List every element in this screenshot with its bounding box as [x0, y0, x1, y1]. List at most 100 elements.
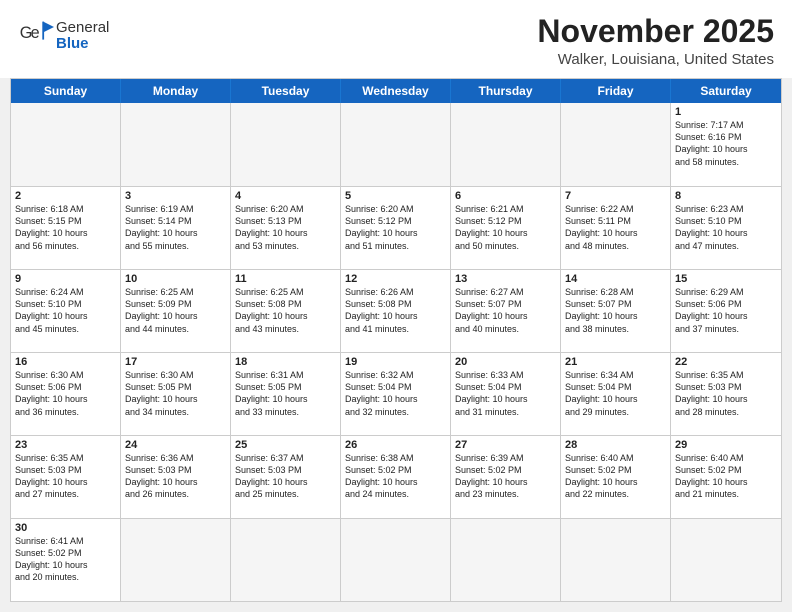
- empty-cell: [341, 103, 451, 186]
- day-number: 8: [675, 190, 777, 202]
- day-cell: 12Sunrise: 6:26 AM Sunset: 5:08 PM Dayli…: [341, 270, 451, 352]
- calendar-week: 30Sunrise: 6:41 AM Sunset: 5:02 PM Dayli…: [11, 518, 781, 601]
- calendar-body: 1Sunrise: 7:17 AM Sunset: 6:16 PM Daylig…: [11, 103, 781, 601]
- day-info: Sunrise: 6:35 AM Sunset: 5:03 PM Dayligh…: [675, 369, 777, 418]
- day-info: Sunrise: 6:39 AM Sunset: 5:02 PM Dayligh…: [455, 452, 556, 501]
- day-number: 20: [455, 356, 556, 368]
- logo: G e General Blue: [18, 18, 109, 54]
- day-cell: 2Sunrise: 6:18 AM Sunset: 5:15 PM Daylig…: [11, 187, 121, 269]
- month-title: November 2025: [109, 14, 774, 49]
- header-monday: Monday: [121, 79, 231, 103]
- day-info: Sunrise: 6:30 AM Sunset: 5:06 PM Dayligh…: [15, 369, 116, 418]
- day-number: 9: [15, 273, 116, 285]
- day-number: 3: [125, 190, 226, 202]
- day-number: 7: [565, 190, 666, 202]
- empty-cell: [341, 519, 451, 601]
- day-number: 5: [345, 190, 446, 202]
- empty-cell: [671, 519, 781, 601]
- day-number: 2: [15, 190, 116, 202]
- day-number: 29: [675, 439, 777, 451]
- day-cell: 20Sunrise: 6:33 AM Sunset: 5:04 PM Dayli…: [451, 353, 561, 435]
- generalblue-logo-icon: G e: [18, 18, 54, 54]
- day-cell: 5Sunrise: 6:20 AM Sunset: 5:12 PM Daylig…: [341, 187, 451, 269]
- empty-cell: [451, 103, 561, 186]
- empty-cell: [561, 103, 671, 186]
- header-thursday: Thursday: [451, 79, 561, 103]
- day-number: 24: [125, 439, 226, 451]
- day-info: Sunrise: 6:40 AM Sunset: 5:02 PM Dayligh…: [675, 452, 777, 501]
- empty-cell: [11, 103, 121, 186]
- day-info: Sunrise: 6:18 AM Sunset: 5:15 PM Dayligh…: [15, 203, 116, 252]
- day-number: 17: [125, 356, 226, 368]
- day-info: Sunrise: 6:25 AM Sunset: 5:09 PM Dayligh…: [125, 286, 226, 335]
- day-info: Sunrise: 6:41 AM Sunset: 5:02 PM Dayligh…: [15, 535, 116, 584]
- day-cell: 30Sunrise: 6:41 AM Sunset: 5:02 PM Dayli…: [11, 519, 121, 601]
- day-number: 6: [455, 190, 556, 202]
- day-info: Sunrise: 6:28 AM Sunset: 5:07 PM Dayligh…: [565, 286, 666, 335]
- day-number: 27: [455, 439, 556, 451]
- calendar-week: 16Sunrise: 6:30 AM Sunset: 5:06 PM Dayli…: [11, 352, 781, 435]
- empty-cell: [121, 519, 231, 601]
- day-info: Sunrise: 6:25 AM Sunset: 5:08 PM Dayligh…: [235, 286, 336, 335]
- day-info: Sunrise: 6:31 AM Sunset: 5:05 PM Dayligh…: [235, 369, 336, 418]
- day-info: Sunrise: 6:36 AM Sunset: 5:03 PM Dayligh…: [125, 452, 226, 501]
- empty-cell: [231, 519, 341, 601]
- day-cell: 24Sunrise: 6:36 AM Sunset: 5:03 PM Dayli…: [121, 436, 231, 518]
- day-number: 15: [675, 273, 777, 285]
- day-cell: 29Sunrise: 6:40 AM Sunset: 5:02 PM Dayli…: [671, 436, 781, 518]
- day-cell: 3Sunrise: 6:19 AM Sunset: 5:14 PM Daylig…: [121, 187, 231, 269]
- day-number: 11: [235, 273, 336, 285]
- day-number: 23: [15, 439, 116, 451]
- day-cell: 10Sunrise: 6:25 AM Sunset: 5:09 PM Dayli…: [121, 270, 231, 352]
- day-cell: 15Sunrise: 6:29 AM Sunset: 5:06 PM Dayli…: [671, 270, 781, 352]
- day-info: Sunrise: 6:24 AM Sunset: 5:10 PM Dayligh…: [15, 286, 116, 335]
- day-info: Sunrise: 6:20 AM Sunset: 5:12 PM Dayligh…: [345, 203, 446, 252]
- empty-cell: [451, 519, 561, 601]
- day-number: 22: [675, 356, 777, 368]
- day-number: 12: [345, 273, 446, 285]
- day-info: Sunrise: 6:30 AM Sunset: 5:05 PM Dayligh…: [125, 369, 226, 418]
- day-cell: 23Sunrise: 6:35 AM Sunset: 5:03 PM Dayli…: [11, 436, 121, 518]
- day-cell: 9Sunrise: 6:24 AM Sunset: 5:10 PM Daylig…: [11, 270, 121, 352]
- day-info: Sunrise: 6:27 AM Sunset: 5:07 PM Dayligh…: [455, 286, 556, 335]
- day-info: Sunrise: 6:22 AM Sunset: 5:11 PM Dayligh…: [565, 203, 666, 252]
- day-cell: 13Sunrise: 6:27 AM Sunset: 5:07 PM Dayli…: [451, 270, 561, 352]
- day-info: Sunrise: 6:23 AM Sunset: 5:10 PM Dayligh…: [675, 203, 777, 252]
- day-number: 18: [235, 356, 336, 368]
- day-cell: 11Sunrise: 6:25 AM Sunset: 5:08 PM Dayli…: [231, 270, 341, 352]
- header: G e General Blue November 2025 Walker, L…: [0, 0, 792, 78]
- day-cell: 1Sunrise: 7:17 AM Sunset: 6:16 PM Daylig…: [671, 103, 781, 186]
- day-cell: 18Sunrise: 6:31 AM Sunset: 5:05 PM Dayli…: [231, 353, 341, 435]
- title-section: November 2025 Walker, Louisiana, United …: [109, 14, 774, 68]
- calendar-week: 23Sunrise: 6:35 AM Sunset: 5:03 PM Dayli…: [11, 435, 781, 518]
- day-number: 19: [345, 356, 446, 368]
- day-info: Sunrise: 6:32 AM Sunset: 5:04 PM Dayligh…: [345, 369, 446, 418]
- logo-general: General: [56, 20, 109, 37]
- day-cell: 14Sunrise: 6:28 AM Sunset: 5:07 PM Dayli…: [561, 270, 671, 352]
- day-cell: 19Sunrise: 6:32 AM Sunset: 5:04 PM Dayli…: [341, 353, 451, 435]
- day-info: Sunrise: 6:19 AM Sunset: 5:14 PM Dayligh…: [125, 203, 226, 252]
- day-cell: 4Sunrise: 6:20 AM Sunset: 5:13 PM Daylig…: [231, 187, 341, 269]
- day-info: Sunrise: 6:37 AM Sunset: 5:03 PM Dayligh…: [235, 452, 336, 501]
- day-cell: 22Sunrise: 6:35 AM Sunset: 5:03 PM Dayli…: [671, 353, 781, 435]
- empty-cell: [121, 103, 231, 186]
- header-wednesday: Wednesday: [341, 79, 451, 103]
- day-info: Sunrise: 6:20 AM Sunset: 5:13 PM Dayligh…: [235, 203, 336, 252]
- day-cell: 17Sunrise: 6:30 AM Sunset: 5:05 PM Dayli…: [121, 353, 231, 435]
- empty-cell: [561, 519, 671, 601]
- page: G e General Blue November 2025 Walker, L…: [0, 0, 792, 612]
- day-cell: 21Sunrise: 6:34 AM Sunset: 5:04 PM Dayli…: [561, 353, 671, 435]
- day-number: 30: [15, 522, 116, 534]
- day-cell: 26Sunrise: 6:38 AM Sunset: 5:02 PM Dayli…: [341, 436, 451, 518]
- logo-blue: Blue: [56, 36, 109, 53]
- day-number: 28: [565, 439, 666, 451]
- day-info: Sunrise: 6:34 AM Sunset: 5:04 PM Dayligh…: [565, 369, 666, 418]
- day-info: Sunrise: 6:21 AM Sunset: 5:12 PM Dayligh…: [455, 203, 556, 252]
- day-number: 25: [235, 439, 336, 451]
- day-info: Sunrise: 6:33 AM Sunset: 5:04 PM Dayligh…: [455, 369, 556, 418]
- day-number: 4: [235, 190, 336, 202]
- calendar-week: 9Sunrise: 6:24 AM Sunset: 5:10 PM Daylig…: [11, 269, 781, 352]
- day-cell: 27Sunrise: 6:39 AM Sunset: 5:02 PM Dayli…: [451, 436, 561, 518]
- header-friday: Friday: [561, 79, 671, 103]
- day-info: Sunrise: 6:35 AM Sunset: 5:03 PM Dayligh…: [15, 452, 116, 501]
